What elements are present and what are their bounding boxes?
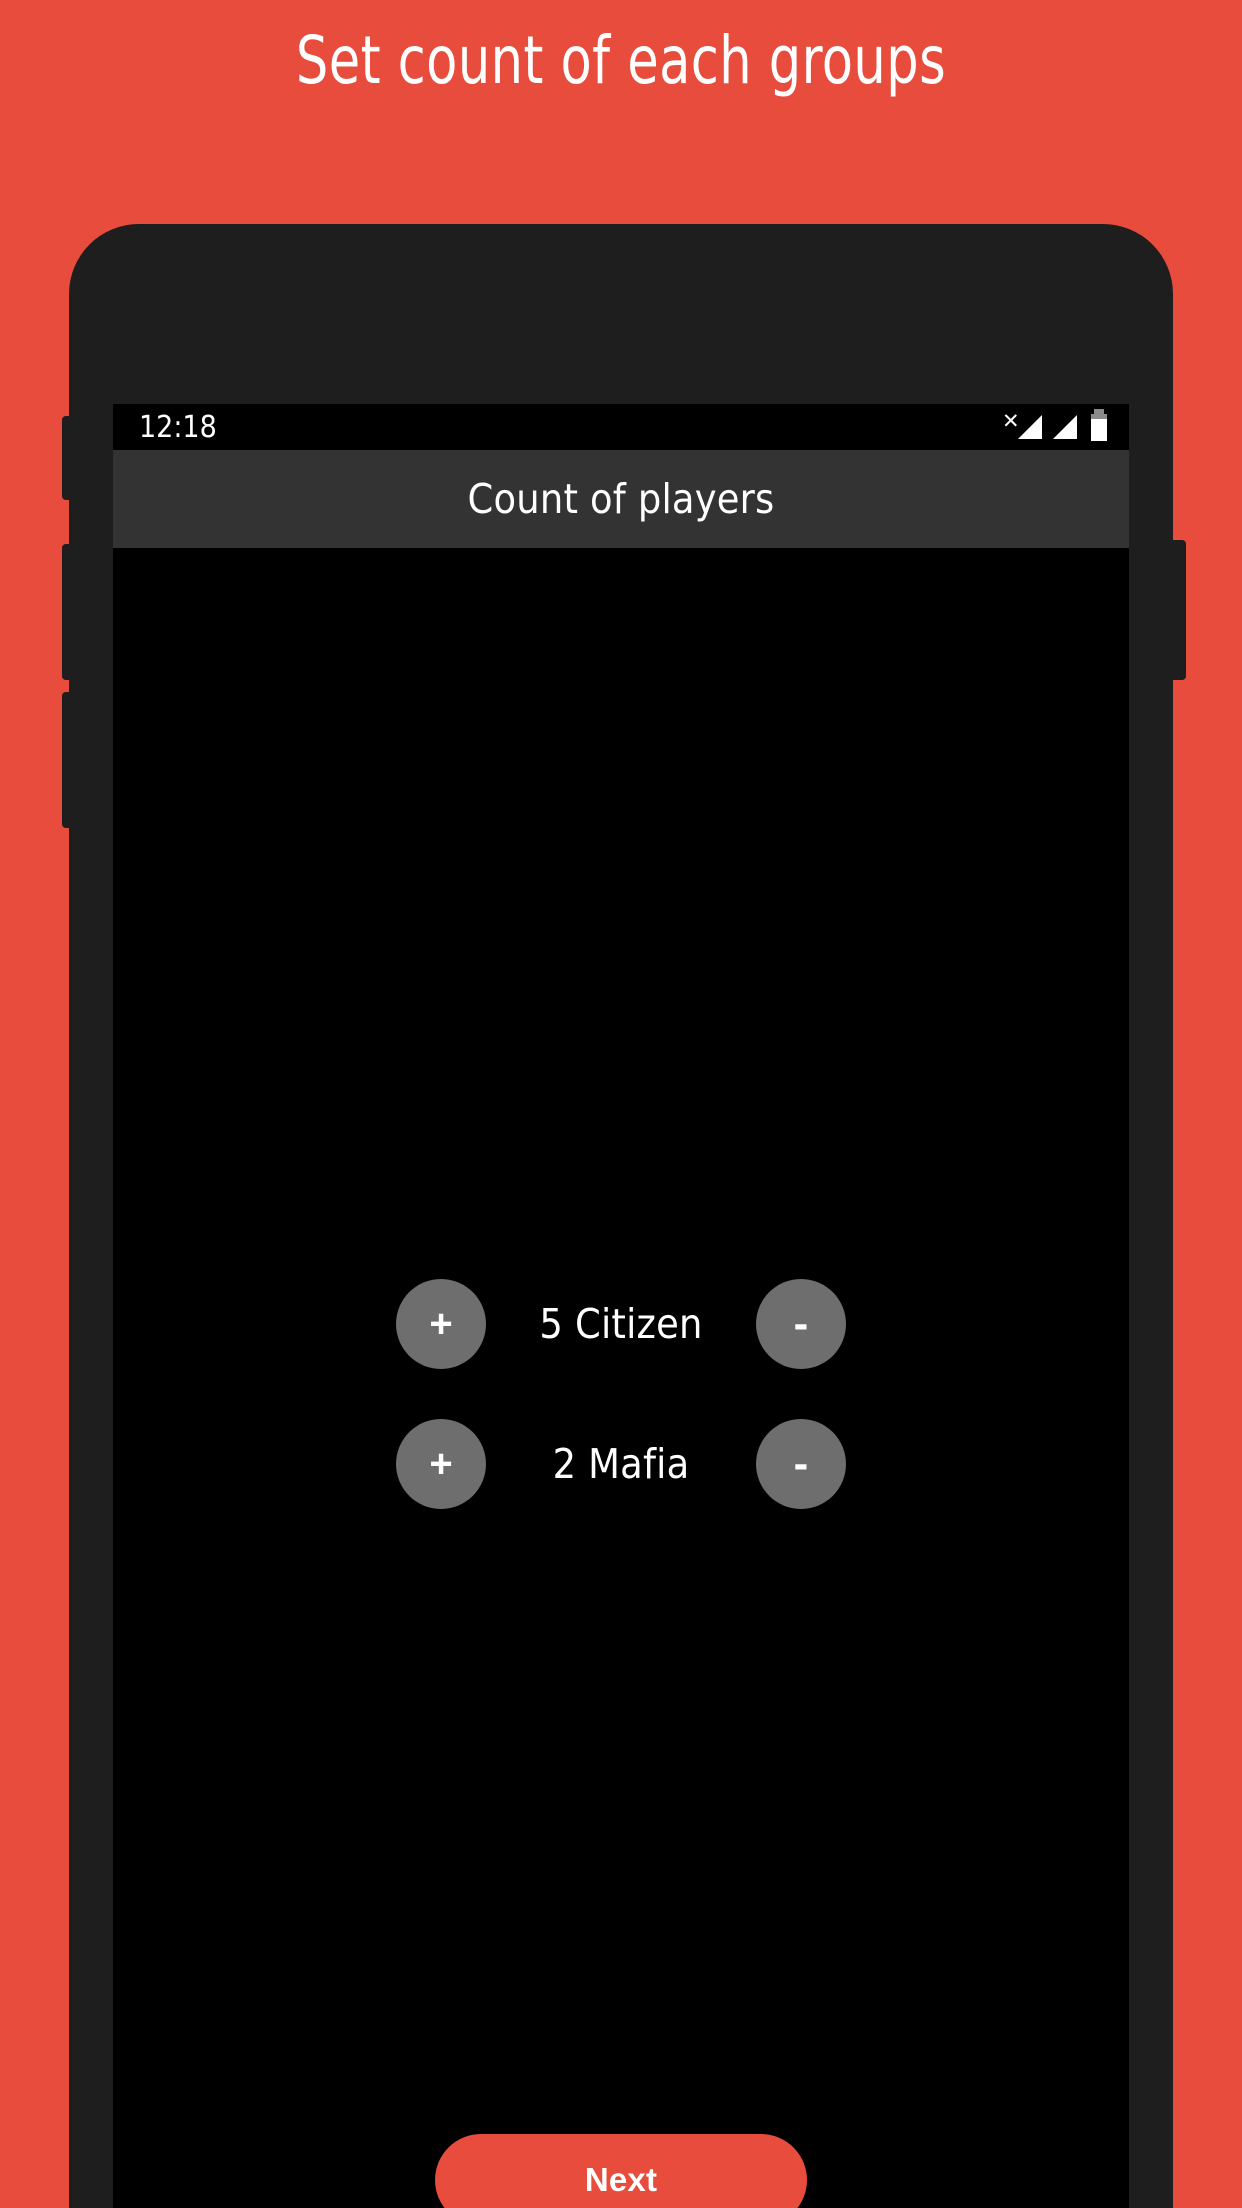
- increment-mafia-button[interactable]: +: [396, 1419, 486, 1509]
- phone-screen: 12:18 ✕ Count of players + 5 Citizen - +…: [113, 404, 1129, 2208]
- no-sim-signal-icon: ✕: [1002, 411, 1042, 439]
- promo-headline: Set count of each groups: [295, 22, 947, 99]
- volume-up-key[interactable]: [62, 544, 74, 680]
- increment-citizen-button[interactable]: +: [396, 1279, 486, 1369]
- counter-row-mafia: + 2 Mafia -: [113, 1419, 1129, 1509]
- signal-bars-icon: [1053, 415, 1077, 439]
- phone-frame: 12:18 ✕ Count of players + 5 Citizen - +…: [62, 224, 1186, 2208]
- power-key[interactable]: [1170, 540, 1186, 680]
- app-bar-title: Count of players: [467, 475, 775, 523]
- counter-row-citizen: + 5 Citizen -: [113, 1279, 1129, 1369]
- counter-list: + 5 Citizen - + 2 Mafia -: [113, 1279, 1129, 1509]
- decrement-mafia-button[interactable]: -: [756, 1419, 846, 1509]
- status-bar-clock: 12:18: [139, 409, 217, 445]
- x-mark-icon: ✕: [1002, 410, 1020, 433]
- decrement-citizen-button[interactable]: -: [756, 1279, 846, 1369]
- citizen-count-label: 5 Citizen: [539, 1300, 703, 1348]
- battery-icon: [1091, 408, 1107, 441]
- signal-icon: [1053, 415, 1077, 439]
- mute-switch-key[interactable]: [62, 416, 74, 500]
- app-bar: Count of players: [113, 450, 1129, 548]
- volume-down-key[interactable]: [62, 692, 74, 828]
- mafia-count-label: 2 Mafia: [552, 1440, 690, 1488]
- status-bar-icons: ✕: [1002, 408, 1107, 441]
- next-button[interactable]: Next: [435, 2134, 807, 2208]
- status-bar: 12:18 ✕: [113, 404, 1129, 450]
- signal-bars-icon: [1018, 415, 1042, 439]
- app-content: + 5 Citizen - + 2 Mafia - Next: [113, 548, 1129, 2208]
